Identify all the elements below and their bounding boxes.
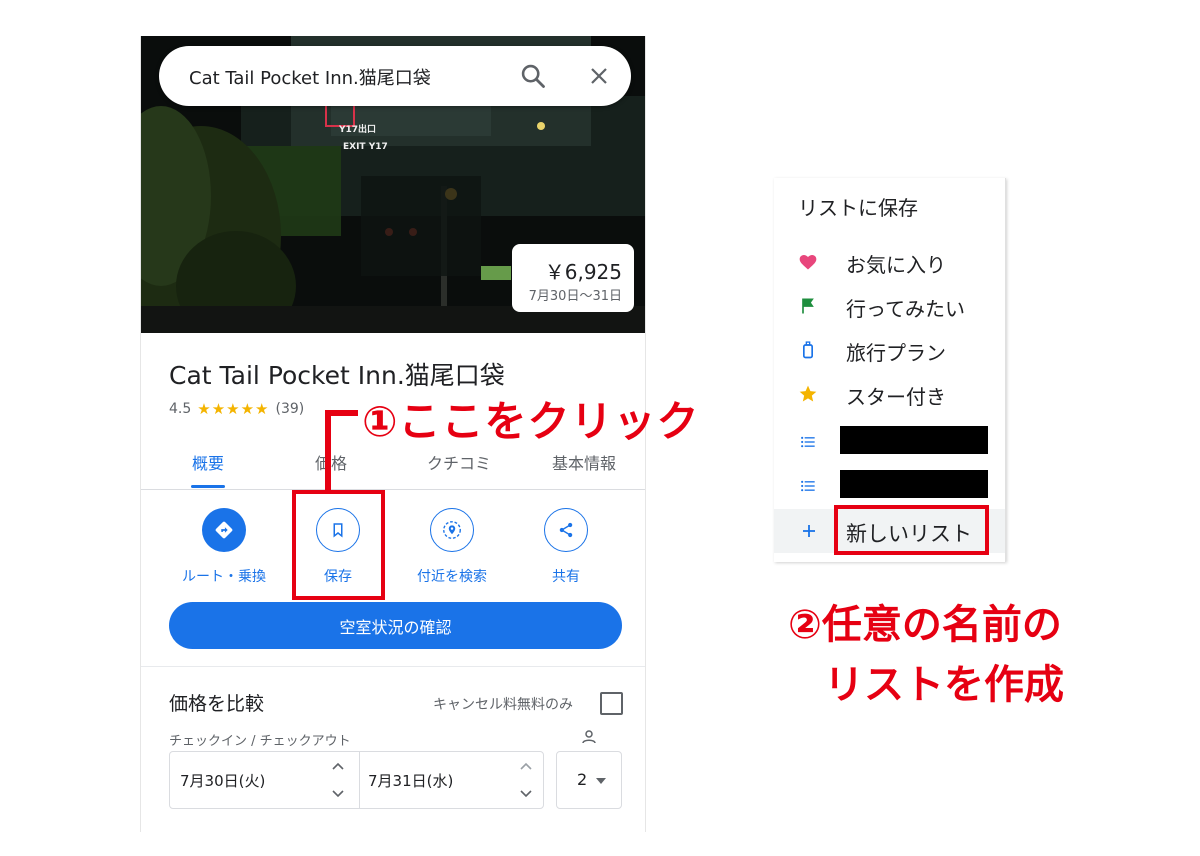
tab-about[interactable]: 基本情報 [539, 450, 629, 474]
share-label: 共有 [552, 569, 580, 585]
tab-reviews[interactable]: クチコミ [417, 450, 501, 474]
annotation-highlight-new-list [834, 505, 989, 555]
review-count[interactable]: (39) [276, 401, 305, 417]
list-item-label: お気に入り [846, 253, 946, 277]
checkin-date[interactable]: 7月30日(火) [180, 770, 265, 791]
redacted-list-name [840, 426, 988, 454]
date-range-picker[interactable]: 7月30日(火) 7月31日(水) [169, 751, 544, 809]
place-photo[interactable]: Y17出口 EXIT Y17 Cat Tail Pocket Inn.猫尾口袋 … [141, 36, 645, 333]
exit-sign-en: EXIT Y17 [343, 142, 388, 152]
nearby-label: 付近を検索 [417, 569, 487, 585]
redacted-list-name [840, 470, 988, 498]
annotation-step2-line1: ②任意の名前の [788, 602, 1062, 648]
star-rating-icon: ★★★★★ [197, 400, 270, 418]
annotation-step2-line2: リストを作成 [824, 662, 1064, 708]
tab-overview[interactable]: 概要 [181, 450, 235, 474]
exit-sign-jp: Y17出口 [339, 125, 377, 135]
list-item-starred[interactable]: スター付き [774, 372, 1005, 416]
date-divider [359, 752, 360, 808]
heart-icon [799, 255, 817, 270]
tab-active-indicator [191, 485, 225, 488]
search-input[interactable]: Cat Tail Pocket Inn.猫尾口袋 [189, 64, 431, 90]
tabs-divider [141, 489, 645, 490]
plus-icon [803, 525, 815, 537]
person-icon [582, 730, 596, 744]
list-item-travel-plans[interactable]: 旅行プラン [774, 328, 1005, 372]
list-item-want-to-go[interactable]: 行ってみたい [774, 284, 1005, 328]
directions-icon [202, 508, 246, 552]
directions-button[interactable]: ルート・乗換 [174, 508, 274, 586]
search-bar[interactable]: Cat Tail Pocket Inn.猫尾口袋 [159, 46, 631, 106]
rating-row[interactable]: 4.5 ★★★★★ (39) [169, 400, 304, 418]
checkout-date[interactable]: 7月31日(水) [368, 770, 453, 791]
compare-prices-title: 価格を比較 [169, 693, 265, 715]
share-button[interactable]: 共有 [516, 508, 616, 586]
check-availability-button[interactable]: 空室状況の確認 [169, 602, 622, 649]
price-card[interactable]: ￥6,925 7月30日〜31日 [512, 244, 634, 312]
directions-label: ルート・乗換 [182, 569, 266, 585]
menu-title: リストに保存 [798, 196, 918, 220]
price-dates: 7月30日〜31日 [528, 289, 622, 304]
free-cancel-label: キャンセル料無料のみ [433, 697, 573, 713]
list-item-label: 旅行プラン [846, 341, 946, 365]
guests-select[interactable]: 2 [556, 751, 622, 809]
place-title: Cat Tail Pocket Inn.猫尾口袋 [169, 361, 505, 390]
share-icon [544, 508, 588, 552]
list-icon [801, 480, 815, 492]
list-item-custom[interactable] [774, 420, 1005, 464]
search-icon[interactable] [519, 62, 547, 90]
tab-prices[interactable]: 価格 [301, 450, 361, 474]
annotation-highlight-save [292, 490, 385, 600]
annotation-line [325, 413, 331, 493]
list-item-custom[interactable] [774, 464, 1005, 508]
free-cancel-checkbox[interactable] [600, 692, 623, 715]
section-divider [141, 666, 645, 667]
checkout-stepper-icon[interactable] [518, 760, 534, 800]
annotation-step1: ①ここをクリック [362, 397, 700, 446]
list-item-favorites[interactable]: お気に入り [774, 240, 1005, 284]
close-icon[interactable] [587, 64, 611, 88]
list-item-label: スター付き [846, 385, 946, 409]
luggage-icon [803, 341, 813, 359]
price-value: ￥6,925 [544, 260, 622, 284]
nearby-icon [430, 508, 474, 552]
star-icon [799, 385, 817, 402]
flag-icon [802, 298, 814, 314]
guests-value: 2 [577, 770, 588, 789]
nearby-button[interactable]: 付近を検索 [402, 508, 502, 586]
list-icon [801, 436, 815, 448]
rating-value: 4.5 [169, 401, 192, 417]
dropdown-arrow-icon [596, 778, 606, 784]
checkin-stepper-icon[interactable] [330, 760, 346, 800]
list-item-label: 行ってみたい [846, 297, 965, 321]
checkin-checkout-label: チェックイン / チェックアウト [169, 734, 351, 749]
